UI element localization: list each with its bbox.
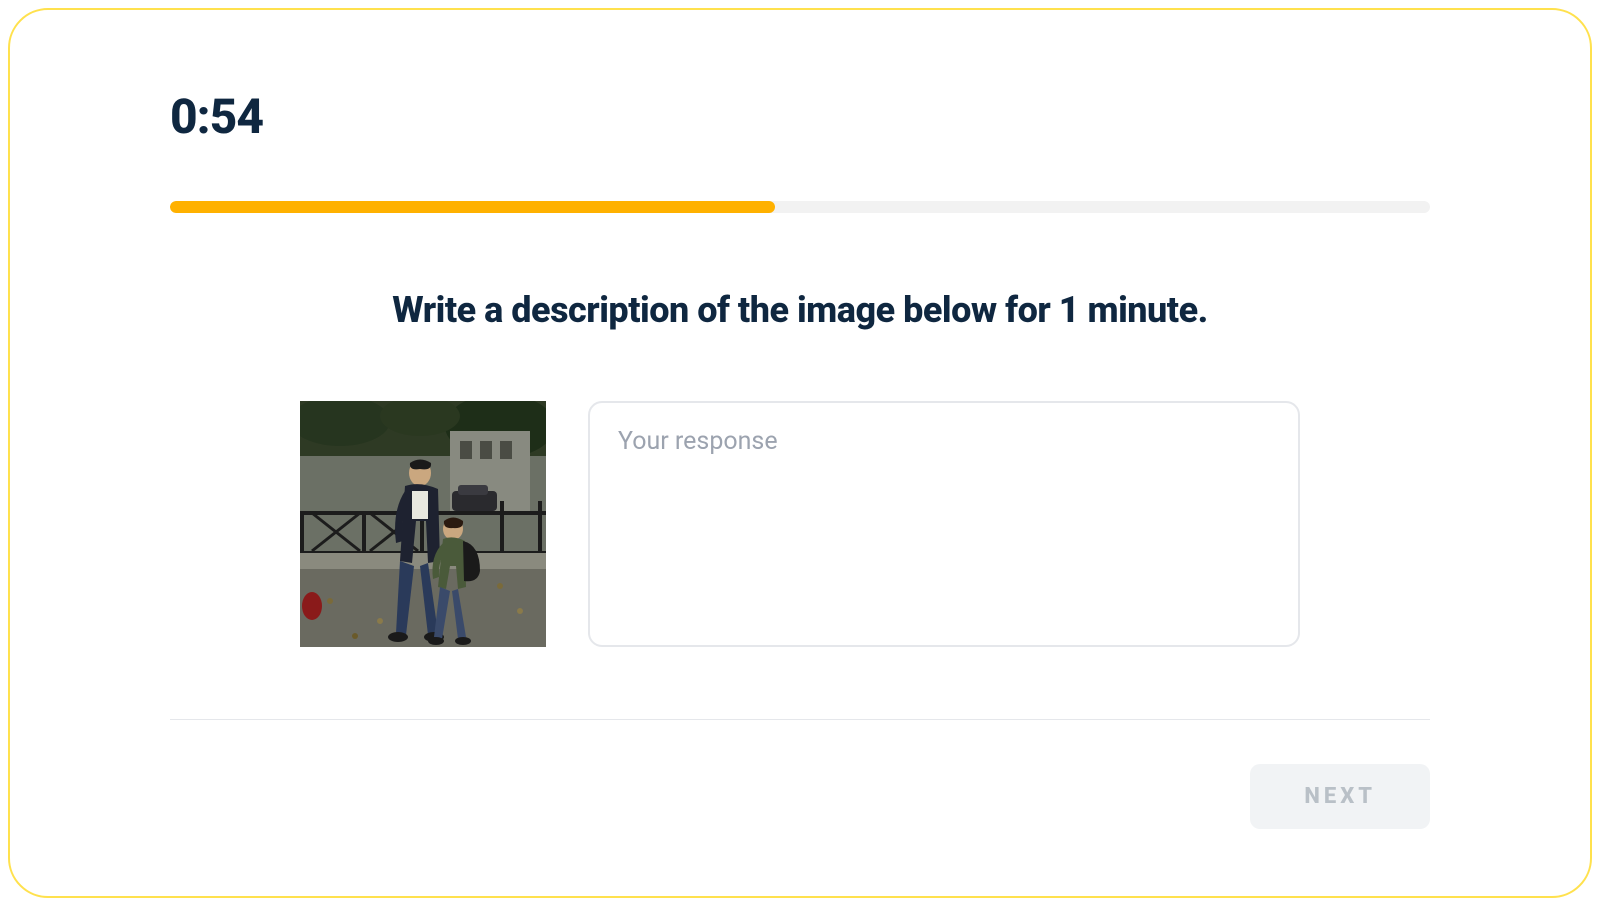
- app-frame: 0:54 Write a description of the image be…: [8, 8, 1592, 898]
- content-area: 0:54 Write a description of the image be…: [10, 10, 1590, 896]
- task-row: [170, 401, 1430, 647]
- next-button[interactable]: NEXT: [1250, 764, 1430, 829]
- response-input[interactable]: [588, 401, 1300, 647]
- footer-row: NEXT: [170, 764, 1430, 829]
- divider: [170, 719, 1430, 720]
- progress-bar-track: [170, 201, 1430, 213]
- prompt-text: Write a description of the image below f…: [170, 289, 1430, 331]
- timer-display: 0:54: [170, 88, 1430, 145]
- prompt-image: [300, 401, 546, 647]
- progress-bar-fill: [170, 201, 775, 213]
